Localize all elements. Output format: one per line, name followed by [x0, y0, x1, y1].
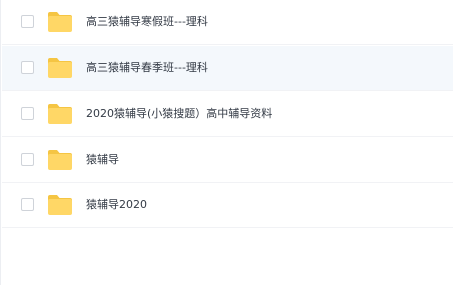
row-checkbox[interactable]: [21, 107, 34, 120]
list-item[interactable]: 高三猿辅导寒假班---理科: [2, 0, 453, 45]
file-name[interactable]: 高三猿辅导寒假班---理科: [86, 14, 208, 30]
file-name[interactable]: 2020猿辅导(小猿搜题）高中辅导资料: [86, 106, 272, 122]
row-checkbox[interactable]: [21, 15, 34, 28]
file-name[interactable]: 猿辅导2020: [86, 197, 147, 213]
folder-icon: [48, 12, 72, 32]
folder-icon: [48, 104, 72, 124]
list-item[interactable]: 高三猿辅导春季班---理科: [2, 46, 453, 91]
list-item[interactable]: 2020猿辅导(小猿搜题）高中辅导资料: [2, 92, 453, 137]
file-list: 高三猿辅导寒假班---理科 高三猿辅导春季班---理科 2020猿辅导(小猿搜题…: [0, 0, 453, 285]
folder-icon: [48, 195, 72, 215]
row-checkbox[interactable]: [21, 198, 34, 211]
file-name[interactable]: 高三猿辅导春季班---理科: [86, 60, 208, 76]
folder-icon: [48, 150, 72, 170]
row-checkbox[interactable]: [21, 153, 34, 166]
folder-icon: [48, 58, 72, 78]
list-item[interactable]: 猿辅导2020: [2, 183, 453, 228]
list-item[interactable]: 猿辅导: [2, 138, 453, 183]
row-checkbox[interactable]: [21, 61, 34, 74]
file-name[interactable]: 猿辅导: [86, 152, 119, 168]
